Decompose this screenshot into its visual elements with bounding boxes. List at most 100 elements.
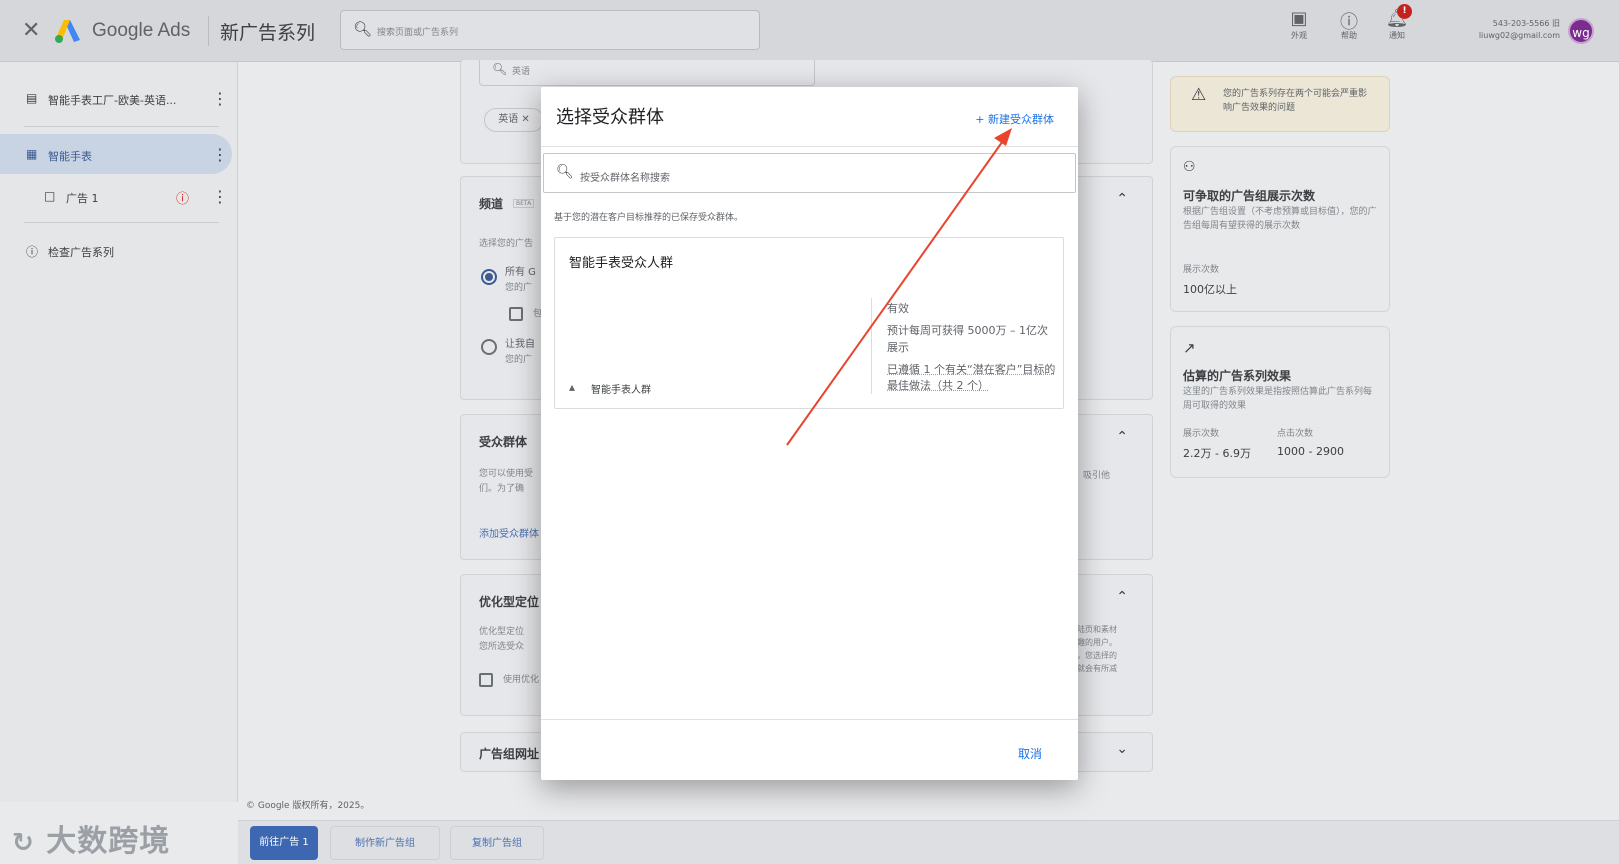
performance-impressions-label: 展示次数 [1183, 429, 1220, 439]
sidebar-item-campaign[interactable]: ▤ 智能手表工厂-欧美-英语... ⋮ [0, 78, 238, 118]
search-icon: 🔍︎ [556, 164, 574, 180]
help-icon: ⓘ [1340, 12, 1358, 33]
performance-title: 估算的广告系列效果 [1183, 369, 1292, 383]
watermark-logo: ↻ 大数跨境 [12, 816, 170, 860]
audience-name: 智能手表受众人群 [569, 256, 674, 271]
impressions-card: ⚇ 可争取的广告组展示次数 根据广告组设置（不考虑预算或目标值），您的广告组每周… [1170, 146, 1390, 312]
performance-card: ↗︎ 估算的广告系列效果 这里的广告系列效果是指按照估算此广告系列每周可取得的效… [1170, 326, 1390, 478]
divider [541, 719, 1078, 720]
impressions-title: 可争取的广告组展示次数 [1183, 189, 1316, 203]
performance-clicks-value: 1000 - 2900 [1277, 445, 1344, 458]
new-ad-group-button[interactable]: 制作新广告组 [330, 826, 440, 860]
top-bar: ✕ Google Ads 新广告系列 🔍︎ 搜索页面或广告系列 ▣ 外观 ⓘ 帮… [0, 0, 1619, 62]
channel-header: 频道 [479, 197, 504, 211]
channel-option-custom-sub: 您的广 [505, 355, 533, 365]
appearance-label: 外观 [1291, 31, 1307, 40]
avatar[interactable]: wg [1568, 18, 1594, 44]
sidebar: ▤ 智能手表工厂-欧美-英语... ⋮ ▦ 智能手表 ⋮ □ 广告 1 ⓘ ⋮ … [0, 62, 238, 802]
people-icon: ⚇ [1183, 159, 1196, 175]
performance-impressions-value: 2.2万 - 6.9万 [1183, 447, 1251, 460]
search-placeholder: 搜索页面或广告系列 [377, 28, 459, 38]
segment-icon: ▴ [569, 380, 576, 394]
sidebar-item-label: 智能手表 [48, 150, 92, 163]
appearance-button[interactable]: ▣ 外观 [1279, 8, 1319, 41]
account-info[interactable]: 543-203-5566 旧 liuwg02@gmail.com [1440, 18, 1560, 42]
select-audience-dialog: 选择受众群体 + 新建受众群体 🔍︎ 按受众群体名称搜索 基于您的潜在客户目标推… [541, 87, 1078, 780]
audience-status: 有效 [887, 302, 909, 315]
ad-group-url-header: 广告组网址 [479, 747, 540, 761]
google-ads-logo-icon [55, 20, 80, 43]
optimized-targeting-description: 优化型定位 您所选受众 [479, 627, 525, 652]
audience-reach: 预计每周可获得 5000万 – 1亿次展示 [887, 324, 1048, 354]
warning-card[interactable]: ⚠ 您的广告系列存在两个可能会严重影响广告效果的问题 [1170, 76, 1390, 132]
performance-clicks-label: 点击次数 [1277, 429, 1314, 439]
sidebar-item-label: 智能手表工厂-欧美-英语... [48, 94, 177, 107]
more-vert-icon[interactable]: ⋮ [212, 145, 228, 164]
audience-header: 受众群体 [479, 435, 528, 449]
close-icon[interactable]: ✕ [22, 18, 40, 43]
chevron-up-icon[interactable]: ⌃ [1116, 191, 1128, 207]
optimized-targeting-header: 优化型定位 [479, 595, 540, 609]
audience-description: 您可以使用受 们。为了确 [479, 469, 534, 494]
divider [208, 16, 209, 46]
watermark-text: 大数跨境 [46, 824, 171, 859]
footer-bar [238, 820, 1619, 864]
channel-description: 选择您的广告 [479, 239, 534, 249]
recommendation-text: 基于您的潜在客户目标推荐的已保存受众群体。 [554, 213, 744, 223]
help-button[interactable]: ⓘ 帮助 [1329, 8, 1369, 41]
channel-radio-custom[interactable] [481, 339, 497, 355]
language-chip[interactable]: 英语 ✕ [484, 108, 544, 132]
channel-radio-all[interactable] [481, 269, 497, 285]
notifications-label: 通知 [1389, 31, 1405, 40]
account-id: 543-203-5566 旧 [1492, 19, 1560, 28]
appearance-icon: ▣ [1290, 8, 1308, 29]
global-search-input[interactable]: 🔍︎ 搜索页面或广告系列 [340, 10, 760, 50]
account-email: liuwg02@gmail.com [1478, 31, 1560, 40]
divider [24, 126, 219, 127]
page-title: 新广告系列 [220, 22, 316, 44]
impressions-description: 根据广告组设置（不考虑预算或目标值），您的广告组每周有望获得的展示次数 [1183, 207, 1377, 231]
info-icon: ⓘ [26, 245, 39, 259]
new-audience-button[interactable]: + 新建受众群体 [975, 111, 1054, 127]
warning-text: 您的广告系列存在两个可能会严重影响广告效果的问题 [1223, 89, 1368, 113]
channel-option-custom: 让我自 [505, 339, 535, 350]
channel-checkbox[interactable] [509, 307, 523, 321]
sidebar-item-review[interactable]: ⓘ 检查广告系列 [0, 230, 238, 270]
help-label: 帮助 [1341, 31, 1357, 40]
sidebar-item-ad-group[interactable]: ▦ 智能手表 ⋮ [0, 134, 232, 174]
optimized-targeting-checkbox[interactable] [479, 673, 493, 687]
copyright-text: © Google 版权所有，2025。 [246, 801, 370, 811]
sidebar-item-label: 检查广告系列 [48, 246, 114, 259]
more-vert-icon[interactable]: ⋮ [212, 187, 228, 206]
watermark-icon: ↻ [12, 828, 35, 858]
language-search-text: 英语 [512, 67, 531, 77]
error-icon: ⓘ [176, 192, 190, 207]
search-icon: 🔍︎ [492, 62, 508, 76]
channel-option-all: 所有 G [505, 267, 536, 278]
optimized-targeting-description-right: 陆页和素材 趣的用户。 ，您选择的 就会有所减 [1077, 625, 1117, 673]
impressions-metric-label: 展示次数 [1183, 265, 1220, 275]
add-audience-link[interactable]: 添加受众群体 [479, 525, 539, 540]
go-to-ad-button[interactable]: 前往广告 1 [250, 826, 318, 860]
search-icon: 🔍︎ [353, 20, 373, 38]
beta-badge: BETA [513, 199, 535, 208]
divider [541, 146, 1078, 147]
brand-name: Google Ads [92, 20, 191, 41]
ad-icon: □ [44, 189, 56, 203]
more-vert-icon[interactable]: ⋮ [212, 89, 228, 108]
best-practice-link[interactable]: 已遵循 1 个有关“潜在客户”目标的最佳做法（共 2 个） [887, 362, 1057, 394]
divider [24, 222, 219, 223]
optimized-targeting-checkbox-label: 使用优化 [503, 675, 540, 685]
sidebar-item-ad[interactable]: □ 广告 1 ⓘ ⋮ [0, 176, 238, 216]
campaign-icon: ▤ [26, 91, 38, 105]
chevron-down-icon[interactable]: ⌄ [1116, 741, 1128, 757]
copy-ad-group-button[interactable]: 复制广告组 [450, 826, 544, 860]
chevron-up-icon[interactable]: ⌃ [1116, 589, 1128, 605]
sidebar-item-label: 广告 1 [66, 192, 99, 205]
audience-search-input[interactable]: 🔍︎ 按受众群体名称搜索 [543, 153, 1076, 193]
dialog-title: 选择受众群体 [556, 107, 664, 128]
cancel-button[interactable]: 取消 [1018, 745, 1042, 762]
language-search-input[interactable]: 🔍︎ 英语 [479, 60, 815, 86]
audience-option[interactable]: 智能手表受众人群 ▴ 智能手表人群 有效 预计每周可获得 5000万 – 1亿次… [554, 237, 1064, 409]
chevron-up-icon[interactable]: ⌃ [1116, 429, 1128, 445]
